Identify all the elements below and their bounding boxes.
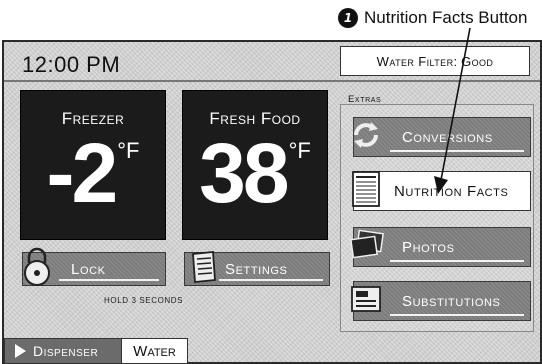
photos-label: Photos <box>402 238 455 256</box>
substitutions-icon <box>348 283 384 319</box>
control-screen: 12:00 PM Water Filter: Good Freezer -2°F… <box>2 40 542 364</box>
substitutions-label: Substitutions <box>402 292 501 310</box>
nutrition-label-icon <box>350 170 382 212</box>
nutrition-facts-label: Nutrition Facts <box>394 182 509 200</box>
header-divider <box>4 80 540 82</box>
callout-number: 1 <box>338 8 358 28</box>
padlock-icon <box>17 247 57 291</box>
settings-label: Settings <box>225 260 288 278</box>
conversions-button[interactable]: Conversions <box>353 117 531 157</box>
water-filter-status[interactable]: Water Filter: Good <box>340 46 530 76</box>
substitutions-button[interactable]: Substitutions <box>351 281 531 321</box>
lock-underline <box>59 279 159 281</box>
substitutions-underline <box>390 314 524 316</box>
photos-underline <box>390 260 524 262</box>
freezer-temperature: -2°F <box>46 126 140 220</box>
conversions-underline <box>390 150 524 152</box>
callout-text: Nutrition Facts Button <box>364 8 528 27</box>
settings-document-icon <box>187 250 221 288</box>
fresh-food-unit: °F <box>288 138 311 163</box>
settings-button[interactable]: Settings <box>184 250 330 288</box>
fresh-food-temperature: 38°F <box>199 126 311 220</box>
lock-button[interactable]: Lock <box>22 247 166 286</box>
play-triangle-icon <box>15 344 26 358</box>
settings-underline <box>219 279 323 281</box>
dispenser-mode: Water <box>122 338 188 364</box>
nutrition-facts-button[interactable]: Nutrition Facts <box>350 170 531 212</box>
dispenser-button[interactable]: Dispenser <box>4 338 122 364</box>
conversion-arrows-icon <box>348 117 384 157</box>
fresh-food-panel[interactable]: Fresh Food 38°F <box>182 90 328 240</box>
freezer-unit: °F <box>117 138 140 163</box>
photos-icon <box>348 228 386 266</box>
lock-label: Lock <box>71 260 106 278</box>
photos-button[interactable]: Photos <box>350 227 531 267</box>
conversions-label: Conversions <box>402 128 493 146</box>
lock-hold-note: HOLD 3 SECONDS <box>104 296 184 305</box>
dispenser-label: Dispenser <box>33 343 99 359</box>
callout: 1 Nutrition Facts Button <box>338 6 527 30</box>
extras-panel: Conversions Nutrition Facts Photos Subst… <box>340 104 534 332</box>
water-filter-value: Good <box>461 53 494 69</box>
water-filter-label: Water Filter: <box>376 53 458 69</box>
clock: 12:00 PM <box>22 52 121 77</box>
freezer-panel[interactable]: Freezer -2°F <box>20 90 166 240</box>
dispenser-bar: Dispenser Water <box>4 338 188 364</box>
